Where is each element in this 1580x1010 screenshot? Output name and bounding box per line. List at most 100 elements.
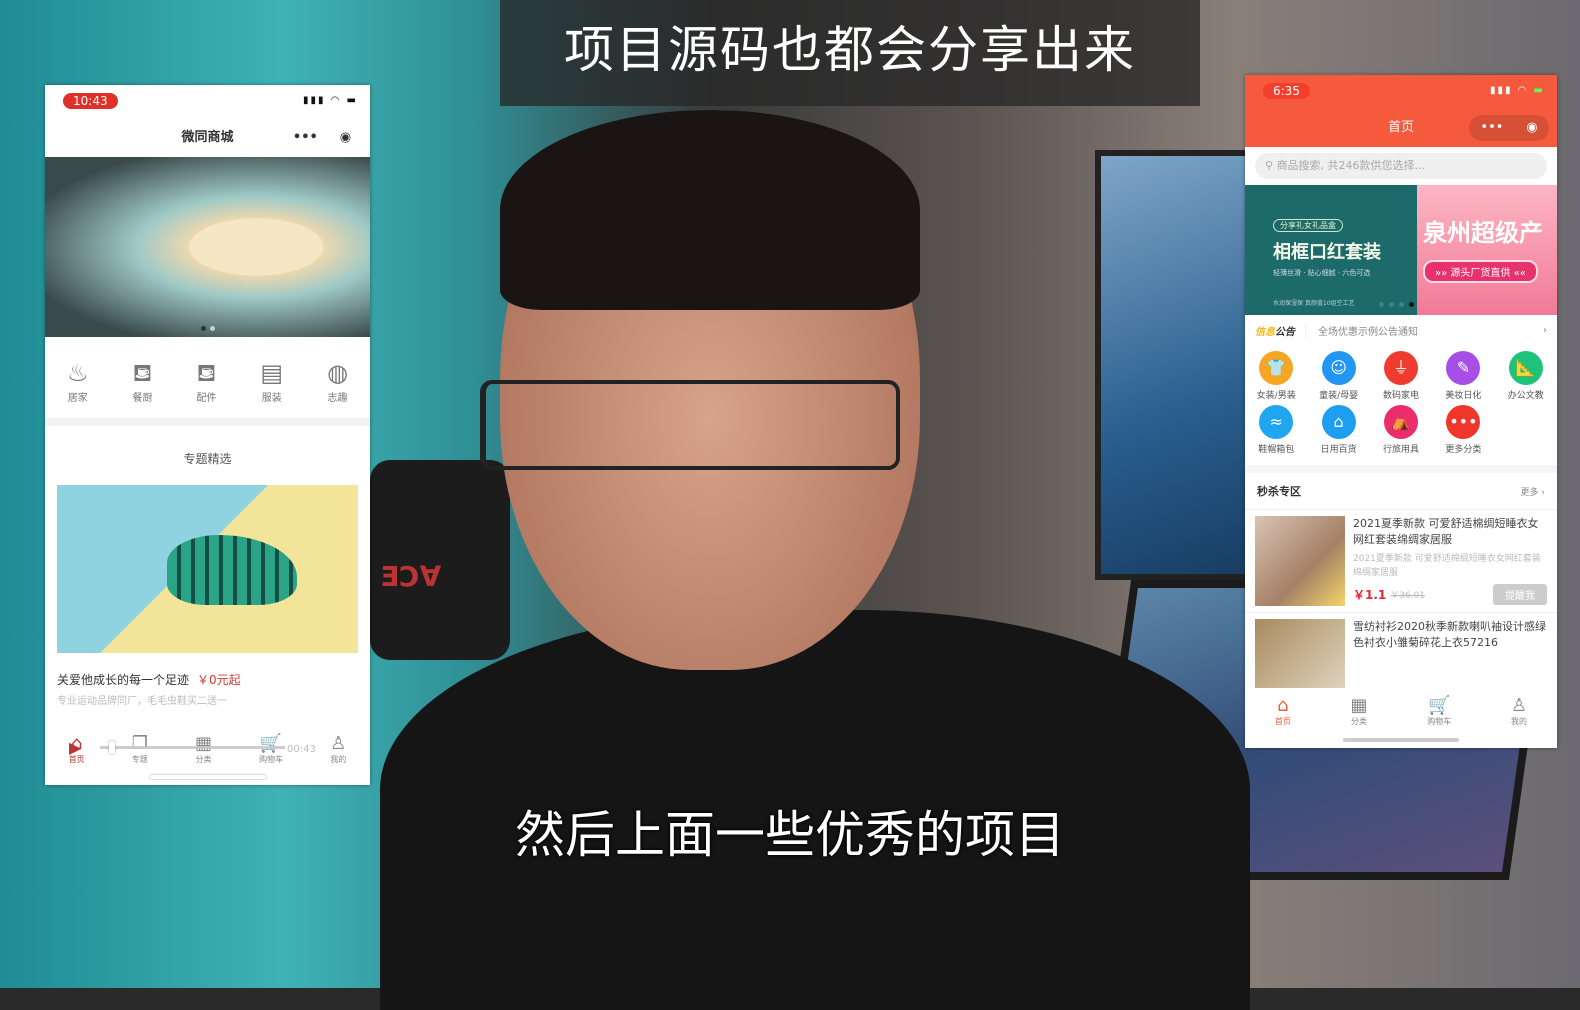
user-icon: ♙ — [1510, 695, 1528, 716]
basket-icon: ⌂ — [1321, 405, 1356, 439]
close-target-icon[interactable]: ◉ — [1526, 115, 1537, 141]
pages-icon: ❐ — [131, 733, 148, 754]
more-icon[interactable]: ••• — [1480, 115, 1503, 141]
category-label: 数码家电 — [1382, 391, 1419, 401]
status-time: 10:43 — [63, 93, 118, 109]
plug-icon: ⏚ — [1383, 351, 1418, 385]
tab-label: 分类 — [1351, 717, 1368, 726]
tab-item[interactable]: ❐ 专题 — [132, 734, 148, 765]
category-item[interactable]: ⌂ 日用百货 — [1307, 405, 1369, 455]
video-progress[interactable] — [100, 741, 285, 754]
pot-icon: ♨ — [66, 359, 89, 387]
remind-me-button[interactable]: 提醒我 — [1493, 584, 1547, 605]
more-link[interactable]: 更多 › — [1521, 485, 1545, 498]
category-item[interactable]: ◍ 志趣 — [327, 359, 348, 404]
miniprogram-capsule: ••• ◉ — [282, 125, 362, 151]
seckill-header: 秒杀专区 更多 › — [1245, 473, 1557, 509]
caption-bottom: 然后上面一些优秀的项目 — [515, 806, 1065, 864]
banner-lipstick[interactable]: 分享礼女礼品盒 相框口红套装 轻薄丝滑 · 贴心细腻 · 六色可选 水润保湿保 … — [1245, 185, 1417, 315]
category-item[interactable]: ♨ 居家 — [67, 359, 89, 404]
cart-icon: 🛒 — [1428, 695, 1451, 716]
progress-handle[interactable] — [109, 741, 116, 754]
cart-icon: 🛒 — [259, 733, 283, 754]
planet-icon: ◍ — [327, 359, 349, 387]
home-icon: ⌂ — [1277, 695, 1289, 716]
tab-item[interactable]: ▦ 分类 — [195, 734, 212, 765]
category-item[interactable]: ▤ 服装 — [260, 359, 283, 404]
tent-icon: ⛺ — [1383, 405, 1418, 439]
miniprogram-capsule: ••• ◉ — [1469, 115, 1549, 141]
banner-carousel[interactable]: 分享礼女礼品盒 相框口红套装 轻薄丝滑 · 贴心细腻 · 六色可选 水润保湿保 … — [1245, 185, 1557, 315]
feature-price: ￥0元起 — [197, 673, 241, 687]
play-icon[interactable]: ▶ — [69, 738, 81, 757]
chevron-right-icon: › — [1543, 324, 1547, 336]
feature-subtitle: 专业运动品牌同厂，毛毛虫鞋买二送一 — [57, 696, 227, 707]
product-title: 2021夏季新款 可爱舒适棉绸短睡衣女网红套装绵绸家居服 — [1353, 517, 1539, 546]
status-bar: 10:43 ▮▮▮ ◠ ▬ — [45, 85, 370, 119]
product-item[interactable]: 2021夏季新款 可爱舒适棉绸短睡衣女网红套装绵绸家居服 2021夏季新款 可爱… — [1245, 509, 1557, 612]
feature-title[interactable]: 关爱他成长的每一个足迹 ￥0元起 — [45, 653, 370, 692]
tab-label: 购物车 — [259, 755, 284, 764]
ruler-icon: 📐 — [1508, 351, 1543, 385]
right-phone-screenshot: 6:35 ▮▮▮ ◠ ▬ 首页 ••• ◉ ⚲ 商品搜索, 共246款供您选择..… — [1245, 75, 1557, 748]
tab-label: 我的 — [330, 755, 347, 764]
notice-bar[interactable]: 信息公告 全场优惠示例公告通知 › — [1245, 315, 1557, 345]
search-input[interactable]: ⚲ 商品搜索, 共246款供您选择... — [1255, 153, 1547, 179]
header: 6:35 ▮▮▮ ◠ ▬ 首页 ••• ◉ — [1245, 75, 1557, 147]
category-label: 女装/男装 — [1256, 391, 1296, 401]
category-item[interactable]: ⛺ 行旅用具 — [1370, 405, 1432, 455]
tab-bar: ⌂ 首页 ❐ 专题 ▦ 分类 🛒 购物车 ♙ 我的 — [45, 734, 370, 765]
status-bar: 6:35 ▮▮▮ ◠ ▬ — [1245, 75, 1557, 109]
notice-label: 信息公告 — [1255, 322, 1306, 338]
banner-pill: 分享礼女礼品盒 — [1273, 219, 1343, 232]
grid-icon: ▦ — [1350, 695, 1368, 716]
category-label: 童装/母婴 — [1319, 391, 1359, 401]
shoe-image — [167, 535, 297, 605]
search-placeholder: 商品搜索, 共246款供您选择... — [1276, 159, 1426, 172]
category-label: 办公文教 — [1507, 391, 1544, 401]
category-item[interactable]: 📐 办公文教 — [1495, 351, 1557, 401]
close-target-icon[interactable]: ◉ — [340, 125, 351, 151]
glasses — [480, 380, 900, 470]
category-item[interactable]: ••• 更多分类 — [1432, 405, 1494, 455]
notice-text: 全场优惠示例公告通知 — [1318, 326, 1418, 338]
category-item[interactable]: 👕 女装/男装 — [1245, 351, 1307, 401]
status-time: 6:35 — [1263, 83, 1310, 99]
category-label: 居家 — [67, 393, 88, 404]
home-indicator — [1343, 738, 1459, 742]
category-item[interactable]: ✎ 美妆日化 — [1432, 351, 1494, 401]
banner-quanzhou[interactable]: 泉州超级产 »» 源头厂货直供 «« — [1417, 185, 1557, 315]
category-item[interactable]: ☺ 童装/母婴 — [1307, 351, 1369, 401]
sofa-icon: ⛾ — [196, 359, 217, 387]
home-indicator — [149, 775, 266, 779]
product-price: ￥1.1 — [1353, 588, 1387, 602]
category-label: 更多分类 — [1445, 445, 1482, 455]
tab-item[interactable]: 🛒 购物车 — [259, 734, 283, 765]
section-title: 专题精选 — [183, 452, 232, 466]
category-item[interactable]: ⛾ 配件 — [196, 359, 216, 404]
category-label: 志趣 — [327, 393, 348, 404]
tab-item[interactable]: ♙ 我的 — [1511, 696, 1527, 748]
category-row: ♨ 居家 ⛾ 餐厨 ⛾ 配件 ▤ 服装 ◍ 志趣 — [45, 337, 370, 426]
tab-label: 我的 — [1511, 717, 1528, 726]
shoe-icon: ≈ — [1259, 405, 1294, 439]
tab-item[interactable]: ⌂ 首页 — [1275, 696, 1291, 748]
more-icon: ••• — [1446, 405, 1481, 439]
seckill-title: 秒杀专区 — [1257, 485, 1301, 498]
category-label: 餐厨 — [132, 393, 153, 404]
category-label: 日用百货 — [1320, 445, 1357, 455]
more-icon[interactable]: ••• — [293, 125, 318, 151]
search-bar: ⚲ 商品搜索, 共246款供您选择... — [1245, 147, 1557, 185]
feature-image[interactable] — [57, 485, 358, 653]
banner-subtitle: 轻薄丝滑 · 贴心细腻 · 六色可选 — [1273, 269, 1371, 277]
user-icon: ♙ — [330, 733, 347, 754]
tab-item[interactable]: ♙ 我的 — [330, 734, 346, 765]
left-phone-screenshot: 10:43 ▮▮▮ ◠ ▬ 微同商城 ••• ◉ ♨ 居家 ⛾ 餐厨 ⛾ 配件 ▤ 服装 ◍ 志趣 … — [45, 85, 370, 785]
category-item[interactable]: ≈ 鞋帽箱包 — [1245, 405, 1307, 455]
category-item[interactable]: ⏚ 数码家电 — [1370, 351, 1432, 401]
product-image — [1255, 516, 1345, 606]
page-title: 微同商城 — [181, 130, 234, 145]
category-label: 行旅用具 — [1382, 445, 1419, 455]
hero-carousel[interactable] — [45, 157, 370, 337]
category-item[interactable]: ⛾ 餐厨 — [132, 359, 152, 404]
